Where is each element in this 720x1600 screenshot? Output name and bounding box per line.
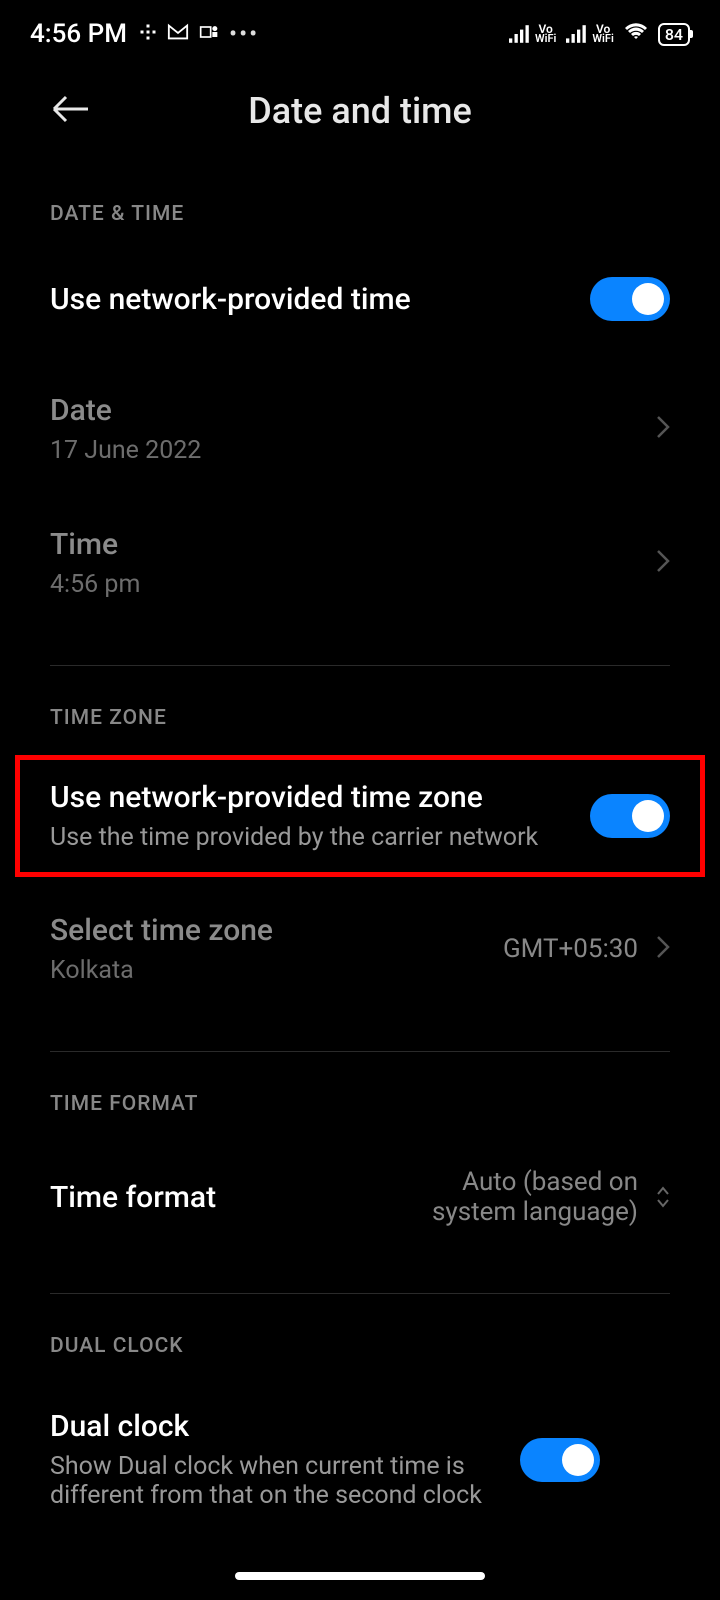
row-network-time[interactable]: Use network-provided time (50, 251, 670, 347)
network-timezone-sub: Use the time provided by the carrier net… (50, 823, 590, 852)
dualclock-sub: Show Dual clock when current time is dif… (50, 1452, 520, 1510)
section-header-dualclock: DUAL CLOCK (50, 1294, 670, 1383)
select-timezone-value: GMT+05:30 (503, 934, 638, 964)
chevron-right-icon (656, 935, 670, 963)
signal-2: VoWiFi (566, 24, 613, 44)
row-network-timezone[interactable]: Use network-provided time zone Use the t… (50, 770, 670, 862)
slack-icon (139, 23, 157, 45)
select-timezone-label: Select time zone (50, 913, 503, 948)
more-icon: ••• (229, 20, 259, 48)
time-value: 4:56 pm (50, 570, 656, 599)
select-timezone-sub: Kolkata (50, 956, 503, 985)
row-time[interactable]: Time 4:56 pm (50, 491, 670, 625)
gmail-icon (167, 23, 189, 45)
back-button[interactable] (50, 95, 90, 127)
status-time: 4:56 PM (30, 19, 127, 49)
timeformat-value-1: Auto (based on (432, 1167, 638, 1197)
highlight-box: Use network-provided time zone Use the t… (15, 755, 705, 877)
wifi-icon (624, 23, 648, 45)
section-header-datetime: DATE & TIME (50, 162, 670, 251)
row-select-timezone[interactable]: Select time zone Kolkata GMT+05:30 (50, 877, 670, 1011)
home-indicator[interactable] (235, 1572, 485, 1580)
vowifi-icon: VoWiFi (535, 24, 556, 44)
row-time-format[interactable]: Time format Auto (based on system langua… (50, 1141, 670, 1253)
timeformat-value-2: system language) (432, 1197, 638, 1227)
network-time-toggle[interactable] (590, 277, 670, 321)
vowifi-icon: VoWiFi (592, 24, 613, 44)
chevron-right-icon (656, 549, 670, 577)
battery-icon: 84 (658, 23, 690, 46)
dualclock-toggle[interactable] (520, 1438, 600, 1482)
section-header-timezone: TIME ZONE (50, 666, 670, 755)
time-label: Time (50, 527, 656, 562)
status-right: VoWiFi VoWiFi 84 (509, 23, 690, 46)
header: Date and time (0, 60, 720, 162)
section-header-timeformat: TIME FORMAT (50, 1052, 670, 1141)
teams-icon (199, 23, 219, 45)
date-label: Date (50, 393, 656, 428)
chevron-right-icon (656, 415, 670, 443)
dualclock-label: Dual clock (50, 1409, 520, 1444)
status-bar: 4:56 PM ••• VoWiFi VoWiFi 84 (0, 0, 720, 60)
signal-1: VoWiFi (509, 24, 556, 44)
row-date[interactable]: Date 17 June 2022 (50, 347, 670, 491)
date-value: 17 June 2022 (50, 436, 656, 465)
network-timezone-label: Use network-provided time zone (50, 780, 590, 815)
timeformat-label: Time format (50, 1180, 432, 1215)
row-dual-clock[interactable]: Dual clock Show Dual clock when current … (50, 1383, 670, 1510)
page-title: Date and time (50, 90, 670, 132)
updown-icon (656, 1186, 670, 1208)
network-timezone-toggle[interactable] (590, 794, 670, 838)
network-time-label: Use network-provided time (50, 282, 590, 317)
status-left: 4:56 PM ••• (30, 19, 259, 49)
